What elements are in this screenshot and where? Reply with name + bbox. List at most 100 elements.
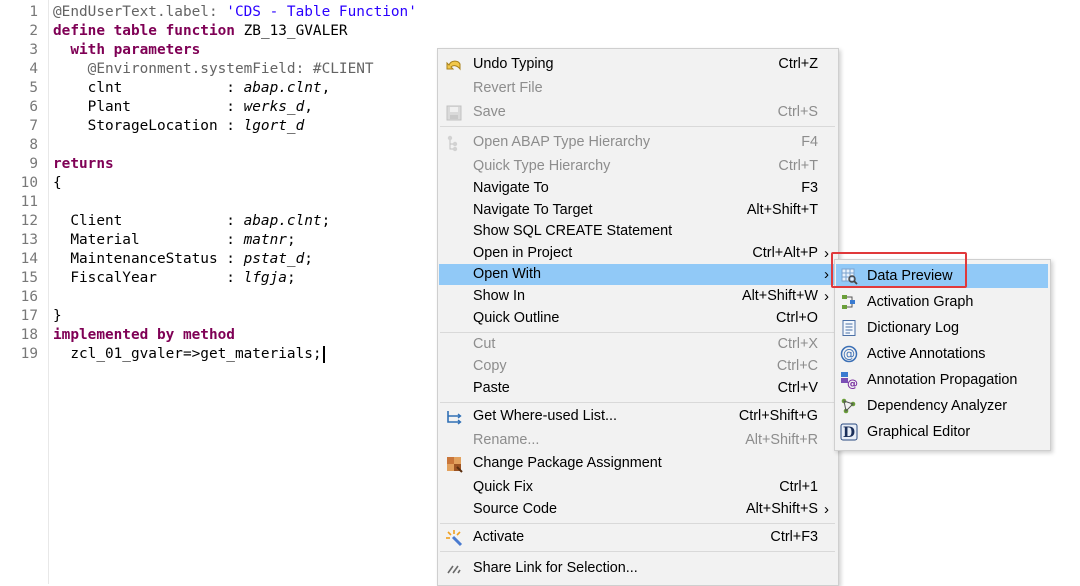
code-token: } <box>53 308 62 324</box>
code-token: ; <box>304 251 313 267</box>
menu-item-navigate-to[interactable]: Navigate To F3 <box>439 178 836 199</box>
menu-item-label: Save <box>473 104 506 120</box>
submenu-item-label: Activation Graph <box>867 294 974 310</box>
line-number: 4 <box>29 61 38 77</box>
menu-item-open-in-project[interactable]: Open in Project Ctrl+Alt+P › <box>439 243 836 264</box>
annotation-propagation-icon: @ <box>840 371 858 390</box>
menu-item-undo-typing[interactable]: Undo Typing Ctrl+Z <box>439 54 836 75</box>
dependency-analyzer-icon <box>840 397 858 415</box>
code-text: Material : matnr; <box>53 231 295 250</box>
submenu-item-active-annotations[interactable]: @ Active Annotations <box>836 342 1048 366</box>
menu-separator <box>440 551 835 552</box>
menu-item-shortcut: F4 <box>801 134 818 150</box>
menu-item-shortcut: Alt+Shift+R <box>745 432 818 448</box>
menu-item-quick-fix[interactable]: Quick Fix Ctrl+1 <box>439 477 836 498</box>
line-number: 8 <box>29 137 38 153</box>
menu-item-label: Undo Typing <box>473 56 554 72</box>
svg-text:@: @ <box>847 377 858 389</box>
menu-item-source-code[interactable]: Source Code Alt+Shift+S › <box>439 499 836 520</box>
menu-item-shortcut: Ctrl+O <box>776 310 818 326</box>
line-number: 11 <box>20 194 38 210</box>
menu-item-open-with[interactable]: Open With › <box>439 264 836 285</box>
menu-item-paste[interactable]: Paste Ctrl+V <box>439 378 836 399</box>
menu-item-change-package-assignment[interactable]: Change Package Assignment <box>439 453 836 474</box>
submenu-item-label: Annotation Propagation <box>867 372 1018 388</box>
submenu-item-activation-graph[interactable]: Activation Graph <box>836 290 1048 314</box>
menu-item-label: Activate <box>473 529 525 545</box>
menu-item-get-where-used-list[interactable]: Get Where-used List... Ctrl+Shift+G <box>439 406 836 427</box>
menu-item-shortcut: Ctrl+X <box>777 336 818 352</box>
menu-item-show-sql-create-statement[interactable]: Show SQL CREATE Statement <box>439 221 836 242</box>
menu-item-label: Share Link for Selection... <box>473 560 638 576</box>
code-token: matnr <box>243 232 287 248</box>
line-number: 16 <box>20 289 38 305</box>
graphical-editor-icon: D <box>840 423 858 441</box>
menu-item-shortcut: Alt+Shift+S <box>746 501 818 517</box>
menu-item-show-in[interactable]: Show In Alt+Shift+W › <box>439 286 836 307</box>
code-token: lgort_d <box>243 118 305 134</box>
line-number: 18 <box>20 327 38 343</box>
code-token: { <box>53 175 62 191</box>
line-number: 19 <box>20 346 38 362</box>
code-token: @EndUserText.label: <box>53 4 227 20</box>
chevron-right-icon: › <box>824 245 829 262</box>
menu-item-label: Rename... <box>473 432 540 448</box>
submenu-item-label: Active Annotations <box>867 346 986 362</box>
menu-item-quick-type-hierarchy[interactable]: Quick Type Hierarchy Ctrl+T <box>439 156 836 177</box>
menu-item-quick-outline[interactable]: Quick Outline Ctrl+O <box>439 308 836 329</box>
svg-text:@: @ <box>843 347 855 361</box>
code-text: Plant : werks_d, <box>53 98 313 117</box>
menu-item-label: Quick Fix <box>473 479 533 495</box>
code-token: pstat_d <box>243 251 305 267</box>
menu-item-save[interactable]: Save Ctrl+S <box>439 102 836 123</box>
line-number: 7 <box>29 118 38 134</box>
menu-item-shortcut: Alt+Shift+W <box>742 288 818 304</box>
menu-item-share-link-for-selection[interactable]: Share Link for Selection... <box>439 558 836 579</box>
submenu-item-annotation-propagation[interactable]: @ Annotation Propagation <box>836 368 1048 392</box>
code-token: 'CDS - Table Function' <box>226 4 417 20</box>
code-token: clnt : <box>53 80 244 96</box>
menu-item-shortcut: Ctrl+S <box>777 104 818 120</box>
menu-item-shortcut: F3 <box>801 180 818 196</box>
menu-item-activate[interactable]: Activate Ctrl+F3 <box>439 527 836 548</box>
code-text: StorageLocation : lgort_d <box>53 117 305 136</box>
menu-item-shortcut: Ctrl+V <box>777 380 818 396</box>
code-text: with parameters <box>53 41 200 60</box>
code-token: Material : <box>53 232 244 248</box>
activate-icon <box>445 529 463 547</box>
code-text: returns <box>53 155 114 174</box>
code-token: FiscalYear : <box>53 270 244 286</box>
menu-item-cut[interactable]: Cut Ctrl+X <box>439 334 836 355</box>
menu-item-shortcut: Ctrl+T <box>778 158 818 174</box>
text-caret <box>322 345 325 363</box>
menu-item-shortcut: Alt+Shift+T <box>746 202 818 218</box>
menu-item-navigate-to-target[interactable]: Navigate To Target Alt+Shift+T <box>439 200 836 221</box>
submenu-item-graphical-editor[interactable]: D Graphical Editor <box>836 420 1048 444</box>
code-token: zcl_01_gvaler=>get_materials; <box>53 346 322 362</box>
code-token: ; <box>286 270 296 286</box>
menu-item-label: Open ABAP Type Hierarchy <box>473 134 651 150</box>
menu-item-label: Source Code <box>473 501 557 517</box>
menu-item-revert-file[interactable]: Revert File <box>439 78 836 99</box>
line-number: 17 <box>20 308 38 324</box>
menu-item-copy[interactable]: Copy Ctrl+C <box>439 356 836 377</box>
code-text: @EndUserText.label: 'CDS - Table Functio… <box>53 3 417 22</box>
menu-item-open-abap-type-hierarchy[interactable]: Open ABAP Type Hierarchy F4 <box>439 132 836 153</box>
dictionary-log-icon <box>840 319 858 337</box>
code-text: implemented by method <box>53 326 235 345</box>
line-number: 2 <box>29 23 38 39</box>
menu-item-label: Show In <box>473 288 525 304</box>
code-token: implemented by method <box>53 327 235 343</box>
menu-item-rename[interactable]: Rename... Alt+Shift+R <box>439 430 836 451</box>
context-menu: Undo Typing Ctrl+Z Revert File Save Ctrl+S Op… <box>437 48 839 586</box>
code-token: abap.clnt <box>243 80 322 96</box>
share-link-icon <box>445 560 463 578</box>
submenu-item-dictionary-log[interactable]: Dictionary Log <box>836 316 1048 340</box>
code-text: zcl_01_gvaler=>get_materials; <box>53 345 325 364</box>
at-sign-icon: @ <box>840 345 858 363</box>
data-preview-callout <box>831 252 967 288</box>
submenu-item-dependency-analyzer[interactable]: Dependency Analyzer <box>836 394 1048 418</box>
svg-text:D: D <box>843 425 855 441</box>
menu-item-shortcut: Ctrl+F3 <box>770 529 818 545</box>
menu-item-shortcut: Ctrl+1 <box>779 479 818 495</box>
